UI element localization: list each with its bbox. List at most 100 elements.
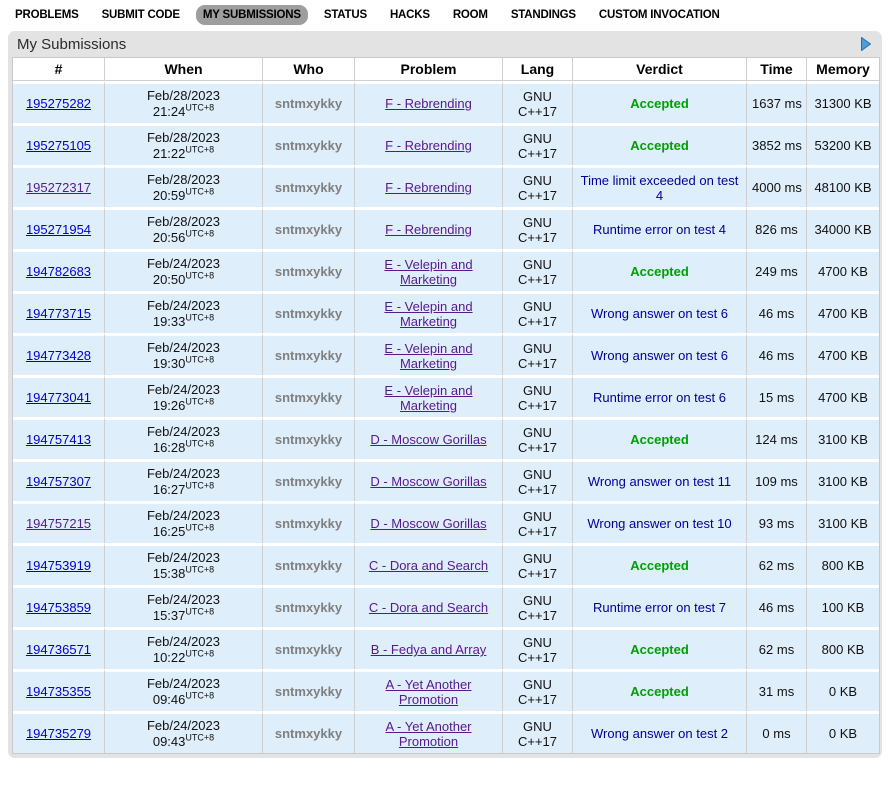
submission-id-link[interactable]: 194757215 (26, 516, 91, 531)
submission-id-link[interactable]: 194773041 (26, 390, 91, 405)
submission-date: Feb/24/2023 (110, 298, 257, 314)
submission-id-link[interactable]: 194757413 (26, 432, 91, 447)
verdict-text: Runtime error on test 4 (593, 222, 726, 237)
nav-item-room[interactable]: ROOM (446, 5, 495, 25)
submitter-handle[interactable]: sntmxykky (275, 306, 342, 321)
submission-id-link[interactable]: 194753859 (26, 600, 91, 615)
execution-time: 46 ms (747, 291, 807, 333)
submission-timezone: UTC+8 (185, 312, 214, 322)
execution-time: 249 ms (747, 249, 807, 291)
problem-link[interactable]: A - Yet Another Promotion (385, 719, 471, 749)
cell-who: sntmxykky (263, 291, 355, 333)
memory-used: 0 KB (807, 669, 879, 711)
verdict-text: Wrong answer on test 6 (591, 348, 728, 363)
cell-problem: A - Yet Another Promotion (355, 711, 503, 753)
submission-id-link[interactable]: 194736571 (26, 642, 91, 657)
submission-row: 194753859 Feb/24/2023 15:37UTC+8 sntmxyk… (13, 585, 879, 627)
nav-item-problems[interactable]: PROBLEMS (8, 5, 86, 25)
submissions-table: # When Who Problem Lang Verdict Time Mem… (12, 57, 880, 754)
submitter-handle[interactable]: sntmxykky (275, 474, 342, 489)
submitter-handle[interactable]: sntmxykky (275, 264, 342, 279)
problem-link[interactable]: A - Yet Another Promotion (385, 677, 471, 707)
submission-date: Feb/24/2023 (110, 634, 257, 650)
problem-link[interactable]: E - Velepin and Marketing (384, 257, 472, 287)
problem-link[interactable]: E - Velepin and Marketing (384, 383, 472, 413)
problem-link[interactable]: E - Velepin and Marketing (384, 299, 472, 329)
problem-link[interactable]: D - Moscow Gorillas (370, 516, 486, 531)
cell-lang: GNU C++17 (503, 669, 573, 711)
cell-id: 194735279 (13, 711, 105, 753)
submission-id-link[interactable]: 194735355 (26, 684, 91, 699)
problem-link[interactable]: D - Moscow Gorillas (370, 474, 486, 489)
nav-item-status[interactable]: STATUS (317, 5, 374, 25)
nav-item-hacks[interactable]: HACKS (383, 5, 437, 25)
submission-id-link[interactable]: 195272317 (26, 180, 91, 195)
submission-id-link[interactable]: 194753919 (26, 558, 91, 573)
cell-verdict: Accepted (573, 669, 747, 711)
submitter-handle[interactable]: sntmxykky (275, 138, 342, 153)
cell-verdict: Accepted (573, 627, 747, 669)
submission-id-link[interactable]: 195275282 (26, 96, 91, 111)
submission-id-link[interactable]: 194773715 (26, 306, 91, 321)
execution-time: 109 ms (747, 459, 807, 501)
submitter-handle[interactable]: sntmxykky (275, 390, 342, 405)
verdict-text: Accepted (630, 96, 689, 111)
execution-time: 31 ms (747, 669, 807, 711)
verdict-text: Wrong answer on test 10 (587, 516, 731, 531)
problem-link[interactable]: E - Velepin and Marketing (384, 341, 472, 371)
submitter-handle[interactable]: sntmxykky (275, 96, 342, 111)
submitter-handle[interactable]: sntmxykky (275, 600, 342, 615)
submission-timezone: UTC+8 (185, 228, 214, 238)
problem-link[interactable]: F - Rebrending (385, 222, 472, 237)
submitter-handle[interactable]: sntmxykky (275, 642, 342, 657)
submissions-panel: My Submissions # When Who Problem Lang V… (8, 31, 882, 758)
problem-link[interactable]: F - Rebrending (385, 138, 472, 153)
nav-item-custom-invocation[interactable]: CUSTOM INVOCATION (592, 5, 727, 25)
submission-id-link[interactable]: 194773428 (26, 348, 91, 363)
submission-id-link[interactable]: 194735279 (26, 726, 91, 741)
submission-id-link[interactable]: 194757307 (26, 474, 91, 489)
submission-id-link[interactable]: 195271954 (26, 222, 91, 237)
submitter-handle[interactable]: sntmxykky (275, 432, 342, 447)
cell-who: sntmxykky (263, 123, 355, 165)
submitter-handle[interactable]: sntmxykky (275, 222, 342, 237)
problem-link[interactable]: D - Moscow Gorillas (370, 432, 486, 447)
submission-date: Feb/24/2023 (110, 424, 257, 440)
nav-item-submit-code[interactable]: SUBMIT CODE (95, 5, 187, 25)
cell-lang: GNU C++17 (503, 165, 573, 207)
cell-lang: GNU C++17 (503, 375, 573, 417)
nav-item-standings[interactable]: STANDINGS (504, 5, 583, 25)
problem-link[interactable]: F - Rebrending (385, 180, 472, 195)
problem-link[interactable]: C - Dora and Search (369, 558, 488, 573)
expand-arrow-icon[interactable] (861, 37, 873, 51)
cell-verdict: Runtime error on test 7 (573, 585, 747, 627)
memory-used: 4700 KB (807, 291, 879, 333)
cell-when: Feb/24/2023 16:28UTC+8 (105, 417, 263, 459)
cell-when: Feb/28/2023 20:56UTC+8 (105, 207, 263, 249)
submission-time: 21:22 (153, 146, 186, 161)
submission-time: 20:56 (153, 230, 186, 245)
cell-when: Feb/24/2023 10:22UTC+8 (105, 627, 263, 669)
verdict-text: Accepted (630, 642, 689, 657)
submission-time: 20:50 (153, 272, 186, 287)
submission-id-link[interactable]: 194782683 (26, 264, 91, 279)
cell-who: sntmxykky (263, 249, 355, 291)
problem-link[interactable]: F - Rebrending (385, 96, 472, 111)
submission-id-link[interactable]: 195275105 (26, 138, 91, 153)
submitter-handle[interactable]: sntmxykky (275, 684, 342, 699)
problem-link[interactable]: B - Fedya and Array (371, 642, 487, 657)
memory-used: 31300 KB (807, 81, 879, 123)
cell-who: sntmxykky (263, 627, 355, 669)
execution-time: 3852 ms (747, 123, 807, 165)
submitter-handle[interactable]: sntmxykky (275, 348, 342, 363)
cell-id: 195272317 (13, 165, 105, 207)
submitter-handle[interactable]: sntmxykky (275, 558, 342, 573)
nav-item-my-submissions[interactable]: MY SUBMISSIONS (196, 5, 308, 25)
submitter-handle[interactable]: sntmxykky (275, 180, 342, 195)
submitter-handle[interactable]: sntmxykky (275, 516, 342, 531)
submitter-handle[interactable]: sntmxykky (275, 726, 342, 741)
cell-lang: GNU C++17 (503, 123, 573, 165)
problem-link[interactable]: C - Dora and Search (369, 600, 488, 615)
execution-time: 46 ms (747, 585, 807, 627)
cell-who: sntmxykky (263, 585, 355, 627)
